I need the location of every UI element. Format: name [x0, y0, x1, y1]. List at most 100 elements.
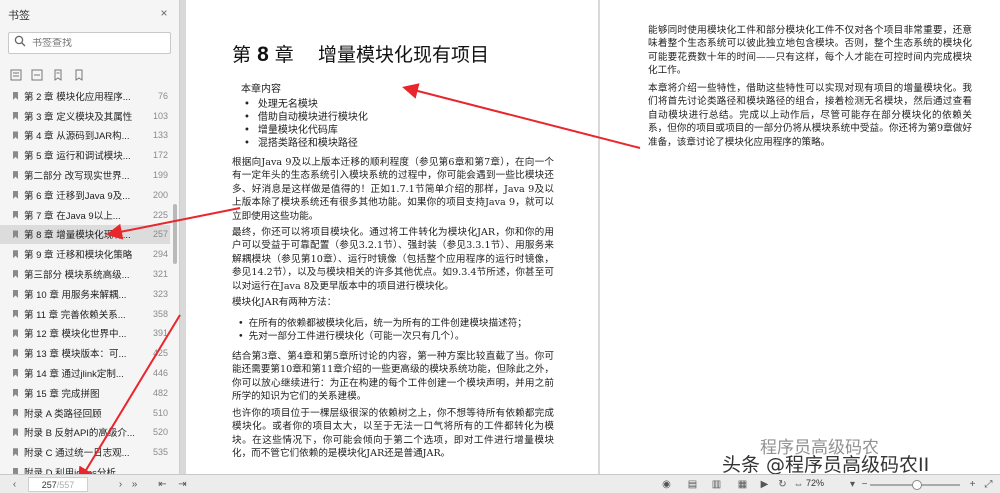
bookmark-item[interactable]: 第 3 章 定义模块及其属性 103 — [0, 106, 170, 126]
bookmark-toolbar — [0, 62, 179, 86]
bookmark-item-label: 第 10 章 用服务来解耦... — [24, 289, 127, 301]
chapter-number: 8 — [257, 43, 269, 66]
bookmark-icon — [13, 131, 18, 140]
bookmark-icon — [13, 171, 18, 180]
rotate-icon[interactable]: ↻ — [776, 478, 789, 491]
zoom-in-icon[interactable]: + — [966, 478, 979, 491]
bookmark-item-page: 425 — [152, 348, 168, 359]
bookmark-item-label: 第 6 章 迁移到Java 9及... — [24, 190, 131, 202]
bookmark-item-label: 第三部分 模块系统高级... — [24, 270, 130, 282]
bookmark-panel-title: 书签 — [8, 10, 30, 22]
double-page-icon[interactable]: ▥ — [710, 478, 723, 491]
expand-all-icon[interactable] — [10, 68, 22, 81]
bookmark-add-icon[interactable] — [73, 68, 85, 81]
bookmark-item-page: 520 — [152, 427, 168, 438]
bookmark-scrollbar[interactable] — [171, 86, 179, 474]
bookmark-item[interactable]: 第 11 章 完善依赖关系... 358 — [0, 304, 170, 324]
bookmark-item-page: 103 — [152, 110, 168, 121]
bookmark-item[interactable]: 第 5 章 运行和调试模块... 172 — [0, 145, 170, 165]
page-number-field[interactable]: 257/557 — [28, 477, 88, 492]
back-icon[interactable]: ⇤ — [156, 478, 169, 491]
search-icon — [14, 34, 26, 52]
last-page-icon[interactable]: » — [128, 478, 141, 491]
chapter-contents-list: 处理无名模块 借助自动模块进行模块化 增量模块化代码库 混搭类路径和模块路径 — [256, 98, 368, 150]
bookmark-item[interactable]: 第 2 章 模块化应用程序... 76 — [0, 86, 170, 106]
bookmark-item[interactable]: 附录 A 类路径回顾 510 — [0, 403, 170, 423]
prev-page-icon[interactable]: ‹ — [8, 478, 21, 491]
paragraph: 模块化JAR有两种方法： — [232, 297, 337, 308]
bookmark-item-label: 第 15 章 完成拼图 — [24, 388, 100, 400]
fit-width-icon[interactable]: ⇔ — [792, 478, 805, 491]
search-input[interactable] — [32, 37, 162, 49]
close-icon[interactable]: × — [157, 7, 171, 26]
next-page-icon[interactable]: › — [114, 478, 127, 491]
current-page: 257 — [41, 479, 57, 490]
bookmark-item[interactable]: 第二部分 改写现实世界... 199 — [0, 165, 170, 185]
zoom-slider-handle[interactable] — [912, 480, 922, 490]
bookmark-icon — [13, 270, 18, 279]
bookmark-item[interactable]: 第 6 章 迁移到Java 9及... 200 — [0, 185, 170, 205]
bookmark-item-label: 第 12 章 模块化世界中... — [24, 329, 127, 341]
chapter-name: 增量模块化现有项目 — [317, 44, 489, 66]
bookmark-item-page: 321 — [152, 269, 168, 280]
bookmark-item[interactable]: 第 15 章 完成拼图 482 — [0, 383, 170, 403]
bookmark-icon — [13, 250, 18, 259]
bookmark-item[interactable]: 附录 C 通过统一日志观... 535 — [0, 442, 170, 462]
status-bar: ‹ 257/557 › » ⇤ ⇥ ◉ ▤ ▥ ▦ ▶ ↻ ⇔ 72% ▾ − … — [0, 474, 1000, 493]
bookmark-item-label: 附录 A 类路径回顾 — [24, 408, 102, 420]
bookmark-icon — [13, 428, 18, 437]
bookmark-item-label: 第 2 章 模块化应用程序... — [24, 91, 131, 103]
bookmark-icon — [13, 91, 18, 100]
bookmark-item[interactable]: 第 14 章 通过jlink定制... 446 — [0, 363, 170, 383]
paragraph: 最终，你还可以将项目模块化。通过将工件转化为模块化JAR，你和你的用户可以受益于… — [232, 227, 554, 292]
bookmark-item-page: 200 — [152, 189, 168, 200]
view-toggle-icon[interactable]: ◉ — [660, 478, 673, 491]
bookmark-delete-icon[interactable] — [52, 68, 64, 81]
bookmark-item[interactable]: 第 13 章 模块版本：可... 425 — [0, 343, 170, 363]
bookmark-item-label: 第二部分 改写现实世界... — [24, 171, 130, 183]
bookmark-item-page: 257 — [152, 229, 168, 240]
paragraph: 结合第3章、第4章和第5章所讨论的内容，第一种方案比较直截了当。你可能还需要第1… — [232, 351, 554, 403]
paragraph: 也许你的项目位于一棵层级很深的依赖树之上，你不想等待所有依赖都完成模块化。或者你… — [232, 408, 554, 460]
paragraph: 本章将介绍一些特性，借助这些特性可以实现对现有项目的增量模块化。我们将首先讨论类… — [648, 83, 972, 148]
bookmark-search[interactable] — [8, 32, 171, 54]
bookmark-item[interactable]: 第 9 章 迁移和模块化策略 294 — [0, 244, 170, 264]
bookmark-icon — [13, 408, 18, 417]
bookmark-icon — [13, 388, 18, 397]
play-icon[interactable]: ▶ — [758, 478, 771, 491]
chapter-contents-heading: 本章内容 — [241, 84, 281, 95]
fullscreen-icon[interactable]: ⤢ — [982, 478, 995, 491]
paragraph: 能够同时使用模块化工件和部分模块化工件不仅对各个项目非常重要，还意味着整个生态系… — [648, 25, 972, 77]
book-mode-icon[interactable]: ▦ — [736, 478, 749, 491]
list-item: 先对一部分工件进行模块化（可能一次只有几个）。 — [248, 330, 558, 343]
bookmark-icon — [13, 289, 18, 298]
bookmark-item-label: 第 5 章 运行和调试模块... — [24, 151, 131, 163]
scrollbar-thumb[interactable] — [173, 204, 177, 264]
bookmark-item[interactable]: 第 10 章 用服务来解耦... 323 — [0, 284, 170, 304]
bookmark-icon — [13, 369, 18, 378]
bookmark-item-page: 535 — [152, 447, 168, 458]
chapter-prefix: 第 — [232, 44, 252, 66]
forward-icon[interactable]: ⇥ — [176, 478, 189, 491]
bookmark-item[interactable]: 第 12 章 模块化世界中... 391 — [0, 324, 170, 344]
collapse-all-icon[interactable] — [31, 68, 43, 81]
bookmark-icon — [13, 230, 18, 239]
zoom-level[interactable]: 72% — [806, 478, 824, 488]
single-page-icon[interactable]: ▤ — [686, 478, 699, 491]
bookmark-item-page: 391 — [152, 328, 168, 339]
list-item: 在所有的依赖都被模块化后，统一为所有的工件创建模块描述符； — [248, 317, 558, 330]
bookmark-item[interactable]: 第 8 章 增量模块化现有... 257 — [0, 224, 170, 245]
bookmark-item[interactable]: 第 4 章 从源码到JAR构... 133 — [0, 126, 170, 146]
bookmark-item-label: 第 11 章 完善依赖关系... — [24, 309, 126, 321]
contents-item: 处理无名模块 — [256, 98, 368, 111]
bookmark-item-label: 第 4 章 从源码到JAR构... — [24, 131, 130, 143]
bookmark-item-label: 第 8 章 增量模块化现有... — [24, 230, 131, 242]
bookmark-item[interactable]: 第三部分 模块系统高级... 321 — [0, 264, 170, 284]
chapter-suffix: 章 — [274, 44, 294, 66]
bookmark-icon — [13, 190, 18, 199]
contents-item: 混搭类路径和模块路径 — [256, 137, 368, 150]
bookmark-item[interactable]: 第 7 章 在Java 9以上... 225 — [0, 205, 170, 225]
bookmark-item[interactable]: 附录 B 反射API的高级介... 520 — [0, 423, 170, 443]
bookmark-item-label: 第 3 章 定义模块及其属性 — [24, 111, 133, 123]
bookmark-item-page: 294 — [152, 249, 168, 260]
